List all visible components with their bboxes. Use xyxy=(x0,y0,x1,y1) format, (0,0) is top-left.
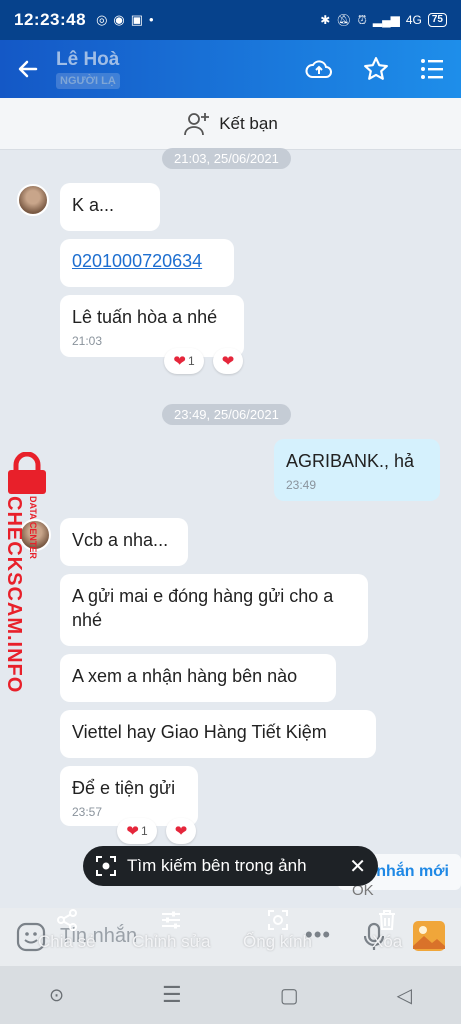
app-icon: ◎ xyxy=(96,12,108,27)
back-button[interactable] xyxy=(0,40,56,98)
date-separator: 21:03, 25/06/2021 xyxy=(162,148,291,169)
message-bubble[interactable]: A gửi mai e đóng hàng gửi cho a nhé xyxy=(60,574,368,646)
heart-icon: ❤ xyxy=(174,823,188,840)
message-bubble[interactable]: Vcb a nha... xyxy=(60,518,188,566)
status-bar: 12:23:48 ◎ ◉ ▣ • ✱ 🔕︎ ⏰︎ ▂▄▆ 4G 75 xyxy=(0,0,461,40)
message-time: 21:03 xyxy=(72,334,103,348)
contact-name: Lê Hoà xyxy=(56,49,120,70)
delete-tool[interactable]: Xóa xyxy=(372,908,402,952)
share-icon xyxy=(56,909,77,931)
contact-title[interactable]: Lê Hoà NGƯỜI LẠ xyxy=(56,49,120,89)
signal-icon: ▂▄▆ xyxy=(372,13,400,27)
alarm-icon: ⏰︎ xyxy=(357,12,367,27)
chat-header: Lê Hoà NGƯỜI LẠ xyxy=(0,40,461,98)
react-button[interactable]: ❤ xyxy=(213,348,243,374)
reaction-summary[interactable]: ❤ 1 xyxy=(117,818,157,844)
menu-list-icon[interactable] xyxy=(419,56,445,82)
message-text: Vcb a nha... xyxy=(72,530,169,550)
heart-icon: ❤ xyxy=(173,353,186,370)
message-text: Viettel hay Giao Hàng Tiết Kiệm xyxy=(72,722,327,742)
heart-icon: ❤ xyxy=(221,353,235,370)
edit-label: Chỉnh sửa xyxy=(132,932,211,951)
assistant-icon[interactable]: ⊙ xyxy=(49,985,64,1006)
reaction-count: 1 xyxy=(187,354,195,368)
message-bubble[interactable]: 0201000720634 xyxy=(60,239,234,287)
watermark-text: CHECKSCAM.INFO xyxy=(3,496,25,694)
notification-icons: ◎ ◉ ▣ • xyxy=(96,12,154,28)
message-bubble[interactable]: A xem a nhận hàng bên nào xyxy=(60,654,336,702)
share-tool[interactable]: Chia sẻ xyxy=(38,908,96,952)
message-text: A xem a nhận hàng bên nào xyxy=(72,666,298,686)
message-text: A gửi mai e đóng hàng gửi cho a nhé xyxy=(72,586,334,630)
delete-label: Xóa xyxy=(372,932,403,951)
account-number-link[interactable]: 0201000720634 xyxy=(72,251,202,271)
new-message-label: nhắn mới xyxy=(376,863,449,880)
padlock-watermark-icon xyxy=(8,452,46,494)
back-arrow-icon xyxy=(18,60,38,78)
add-friend-icon xyxy=(184,112,210,135)
sent-message-bubble[interactable]: AGRIBANK., hả 23:49 xyxy=(274,439,440,501)
share-label: Chia sẻ xyxy=(38,932,96,951)
add-friend-bar[interactable]: Kết bạn xyxy=(0,98,461,150)
message-bubble[interactable]: Viettel hay Giao Hàng Tiết Kiệm xyxy=(60,710,376,758)
edit-tool[interactable]: Chỉnh sửa xyxy=(132,908,210,952)
battery-icon: 75 xyxy=(427,13,447,27)
messenger-icon: ◉ xyxy=(113,12,125,27)
reaction-summary[interactable]: ❤ 1 xyxy=(164,348,204,374)
home-icon[interactable]: ▢ xyxy=(280,983,299,1008)
recents-icon[interactable]: ☰ xyxy=(162,982,182,1008)
date-separator: 23:49, 25/06/2021 xyxy=(162,404,291,425)
lens-label: Ống kính xyxy=(243,932,312,951)
avatar[interactable] xyxy=(17,184,49,216)
message-time: 23:49 xyxy=(286,478,317,492)
sliders-icon xyxy=(162,911,181,929)
lens-prompt-label: Tìm kiếm bên trong ảnh xyxy=(127,856,307,875)
star-icon[interactable] xyxy=(363,56,389,82)
message-bubble[interactable]: Để e tiện gửi 23:57 xyxy=(60,766,198,826)
message-bubble[interactable]: K a... xyxy=(60,183,160,231)
image-action-toolbar: Chia sẻ Chỉnh sửa Ống kính Xóa xyxy=(0,908,461,966)
close-icon[interactable]: ✕ xyxy=(349,854,366,879)
react-button[interactable]: ❤ xyxy=(166,818,196,844)
status-time: 12:23:48 xyxy=(14,10,87,29)
message-text: AGRIBANK., hả xyxy=(286,451,415,471)
message-bubble[interactable]: Lê tuấn hòa a nhé 21:03 xyxy=(60,295,244,357)
camera-lens-icon xyxy=(267,910,288,930)
trash-icon xyxy=(379,910,396,930)
lens-tool[interactable]: Ống kính xyxy=(243,908,312,952)
stranger-badge: NGƯỜI LẠ xyxy=(56,73,120,89)
reaction-count: 1 xyxy=(140,824,148,838)
bluetooth-icon: ✱ xyxy=(320,13,331,27)
add-friend-label: Kết bạn xyxy=(219,113,278,133)
heart-icon: ❤ xyxy=(126,823,139,840)
message-text: K a... xyxy=(72,195,115,215)
message-text: Để e tiện gửi xyxy=(72,778,176,798)
watermark-subtext: DATA CENTER xyxy=(28,496,38,559)
contact-icon: ▣ xyxy=(130,12,144,27)
lens-search-prompt[interactable]: Tìm kiếm bên trong ảnh ✕ xyxy=(83,846,378,886)
network-label: 4G xyxy=(405,13,422,27)
dot-icon: • xyxy=(149,12,154,27)
back-nav-icon[interactable]: ◁ xyxy=(397,983,412,1008)
lens-icon xyxy=(96,856,116,876)
cloud-upload-icon[interactable] xyxy=(305,57,333,81)
mute-icon: 🔕︎ xyxy=(336,13,352,27)
system-navigation-bar: ⊙ ☰ ▢ ◁ xyxy=(0,966,461,1024)
system-icons: ✱ 🔕︎ ⏰︎ ▂▄▆ 4G 75 xyxy=(320,13,447,28)
message-text: Lê tuấn hòa a nhé xyxy=(72,307,218,327)
